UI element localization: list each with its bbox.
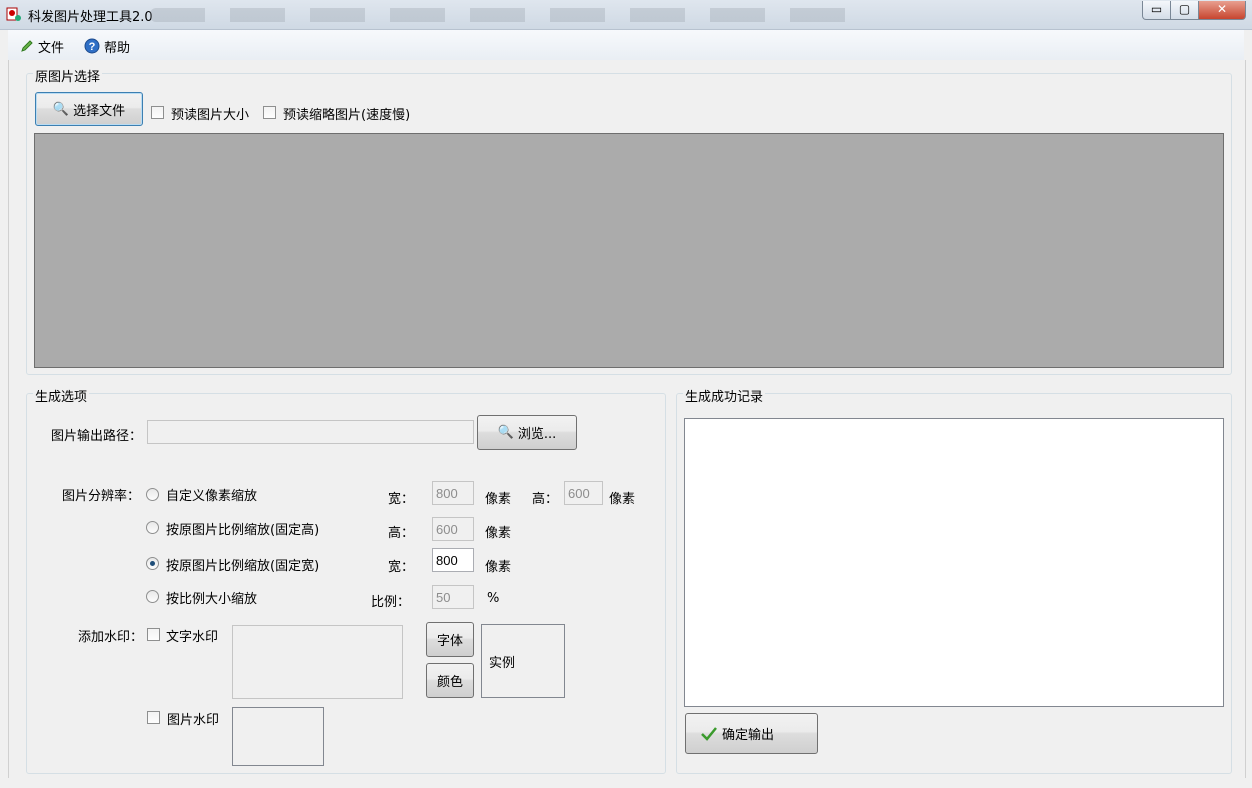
log-list[interactable] bbox=[684, 418, 1224, 707]
custom-height-unit: 像素 bbox=[609, 492, 636, 507]
search-icon: 🔍 bbox=[52, 101, 70, 117]
radio-ratio-scale-label: 按比例大小缩放 bbox=[166, 592, 258, 607]
radio-fixed-width[interactable] bbox=[146, 557, 159, 570]
image-watermark-checkbox[interactable] bbox=[147, 711, 160, 724]
custom-width-label: 宽： bbox=[388, 492, 415, 507]
preload-size-label: 预读图片大小 bbox=[171, 108, 250, 123]
watermark-sample-box: 实例 bbox=[481, 624, 565, 698]
output-path-field[interactable] bbox=[147, 420, 474, 444]
image-watermark-preview[interactable] bbox=[232, 707, 324, 766]
maximize-button[interactable]: ▢ bbox=[1170, 1, 1199, 20]
menu-bar bbox=[8, 30, 1244, 60]
pencil-icon bbox=[21, 40, 33, 52]
font-label: 字体 bbox=[436, 634, 463, 649]
color-button[interactable]: 颜色 bbox=[426, 663, 474, 698]
text-watermark-label: 文字水印 bbox=[166, 630, 219, 645]
radio-ratio-scale[interactable] bbox=[146, 590, 159, 603]
ratio-label: 比例： bbox=[371, 595, 411, 610]
radio-custom-pixel-label: 自定义像素缩放 bbox=[166, 489, 258, 504]
confirm-output-label: 确定输出 bbox=[722, 728, 775, 743]
window-title: 科发图片处理工具2.0 bbox=[28, 10, 153, 25]
text-watermark-checkbox[interactable] bbox=[147, 628, 160, 641]
minimize-icon: ▭ bbox=[1150, 2, 1163, 16]
close-icon: ✕ bbox=[1216, 2, 1228, 16]
menu-file-label: 文件 bbox=[38, 40, 65, 56]
color-label: 颜色 bbox=[436, 675, 463, 690]
search-icon: 🔍 bbox=[497, 425, 514, 440]
fixed-height-label: 高： bbox=[388, 526, 415, 541]
select-file-button[interactable]: 🔍 选择文件 bbox=[35, 92, 143, 126]
preload-size-checkbox[interactable] bbox=[151, 106, 164, 119]
image-preview-list[interactable] bbox=[34, 133, 1224, 368]
custom-height-label: 高： bbox=[532, 492, 559, 507]
select-file-label: 选择文件 bbox=[73, 103, 126, 119]
help-icon: ? bbox=[84, 38, 100, 54]
checkmark-icon bbox=[701, 726, 717, 741]
menu-help[interactable]: ? 帮助 bbox=[84, 38, 131, 56]
custom-width-field[interactable] bbox=[432, 481, 474, 505]
confirm-output-button[interactable]: 确定输出 bbox=[685, 713, 818, 754]
menu-help-label: 帮助 bbox=[104, 40, 131, 56]
custom-height-field[interactable] bbox=[564, 481, 603, 505]
radio-fixed-width-label: 按原图片比例缩放(固定宽) bbox=[166, 559, 320, 574]
background-taskbar-blur bbox=[150, 8, 870, 22]
menu-file[interactable]: 文件 bbox=[20, 38, 65, 56]
watermark-sample-label: 实例 bbox=[489, 656, 516, 671]
ratio-unit: % bbox=[487, 591, 500, 606]
svg-text:?: ? bbox=[89, 41, 96, 53]
browse-button[interactable]: 🔍 浏览... bbox=[477, 415, 577, 450]
custom-width-unit: 像素 bbox=[485, 492, 512, 507]
watermark-text-area[interactable] bbox=[232, 625, 403, 699]
radio-fixed-height[interactable] bbox=[146, 521, 159, 534]
fixed-width-field[interactable] bbox=[432, 548, 474, 572]
radio-fixed-height-label: 按原图片比例缩放(固定高) bbox=[166, 523, 320, 538]
options-group bbox=[26, 393, 666, 774]
image-watermark-label: 图片水印 bbox=[167, 713, 220, 728]
preload-thumbs-label: 预读缩略图片(速度慢) bbox=[283, 108, 411, 123]
resolution-label: 图片分辨率： bbox=[62, 489, 141, 504]
close-button[interactable]: ✕ bbox=[1198, 1, 1246, 20]
fixed-height-field[interactable] bbox=[432, 517, 474, 541]
font-button[interactable]: 字体 bbox=[426, 622, 474, 657]
fixed-width-label: 宽： bbox=[388, 560, 415, 575]
minimize-button[interactable]: ▭ bbox=[1142, 1, 1171, 20]
app-icon bbox=[6, 7, 21, 21]
radio-custom-pixel[interactable] bbox=[146, 488, 159, 501]
fixed-height-unit: 像素 bbox=[485, 526, 512, 541]
maximize-icon: ▢ bbox=[1178, 2, 1191, 16]
output-path-label: 图片输出路径： bbox=[51, 429, 143, 444]
browse-label: 浏览... bbox=[517, 427, 557, 442]
log-group-label: 生成成功记录 bbox=[683, 386, 766, 405]
fixed-width-unit: 像素 bbox=[485, 560, 512, 575]
options-group-label: 生成选项 bbox=[33, 386, 90, 405]
preload-thumbs-checkbox[interactable] bbox=[263, 106, 276, 119]
watermark-label: 添加水印： bbox=[78, 630, 144, 645]
ratio-field[interactable] bbox=[432, 585, 474, 609]
source-group-label: 原图片选择 bbox=[33, 66, 103, 85]
